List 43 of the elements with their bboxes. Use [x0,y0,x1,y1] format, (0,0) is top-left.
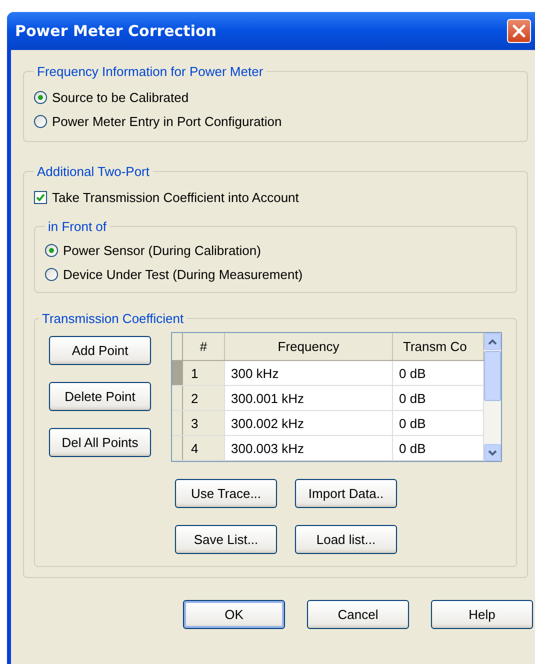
table-cell: 300.003 kHz [225,436,393,460]
radio-option[interactable]: Source to be Calibrated [34,85,517,109]
close-button[interactable] [507,19,531,43]
group-title: Additional Two-Port [36,164,150,179]
row-indicator[interactable] [172,386,183,410]
table-cell: 2 [183,386,225,410]
table-cell: 1 [183,361,225,385]
radio-option[interactable]: Power Sensor (During Calibration) [45,238,506,262]
table-cell: 3 [183,411,225,435]
dialog-button[interactable]: Save List... [175,525,277,554]
group-title: Transmission Coefficient [41,311,185,326]
dialog-button[interactable]: Delete Point [49,382,151,411]
radio-option[interactable]: Power Meter Entry in Port Configuration [34,109,517,133]
scroll-thumb[interactable] [484,351,501,401]
table-cell: 300.001 kHz [225,386,393,410]
table-cell: 4 [183,436,225,460]
window-title: Power Meter Correction [15,22,216,40]
scroll-down-button[interactable] [484,444,501,461]
checkbox-option[interactable]: Take Transmission Coefficient into Account [34,185,517,209]
dialog-button[interactable]: Load list... [295,525,397,554]
scrollbar[interactable] [484,333,501,461]
chevron-down-icon [488,450,497,456]
scroll-up-button[interactable] [484,333,501,350]
column-header[interactable]: # [183,333,225,360]
table-cell: 300 kHz [225,361,393,385]
dialog-button[interactable]: Del All Points [49,428,151,457]
table-cell: 300.002 kHz [225,411,393,435]
dialog-button[interactable]: Use Trace... [175,479,277,508]
row-indicator[interactable] [172,361,183,385]
row-indicator[interactable] [172,436,183,460]
group-title: in Front of [47,219,108,234]
dialog-button[interactable]: Import Data.. [295,479,397,508]
dialog-button[interactable]: Help [431,600,533,629]
row-indicator[interactable] [172,411,183,435]
close-icon [512,24,526,38]
chevron-up-icon [488,338,497,344]
dialog-button[interactable]: Add Point [49,336,151,365]
dialog-button[interactable]: OK [183,600,285,629]
dialog-button[interactable]: Cancel [307,600,409,629]
check-icon [36,192,45,202]
radio-option[interactable]: Device Under Test (During Measurement) [45,262,506,286]
column-header[interactable]: Frequency [225,333,393,360]
group-title: Frequency Information for Power Meter [36,64,264,79]
